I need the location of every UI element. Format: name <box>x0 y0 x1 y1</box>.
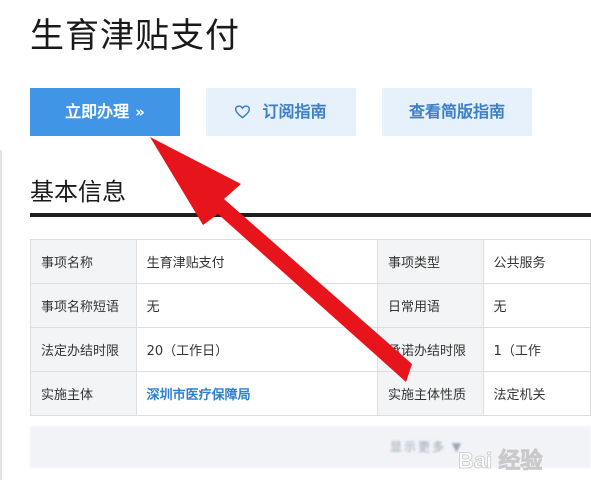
subscribe-guide-button[interactable]: 订阅指南 <box>206 88 356 136</box>
field-label: 日常用语 <box>376 283 484 328</box>
subscribe-guide-label: 订阅指南 <box>262 102 327 121</box>
implementing-agency-link[interactable]: 深圳市医疗保障局 <box>135 371 378 416</box>
field-value: 无 <box>482 283 591 328</box>
field-value: 20（工作日） <box>135 327 378 372</box>
watermark-text: Bai 经验 <box>458 448 542 473</box>
field-label: 事项名称 <box>30 239 137 284</box>
heart-icon <box>235 89 251 137</box>
show-more-label: 显示更多 ▼ <box>390 440 464 454</box>
basic-info-table: 事项名称 生育津贴支付 事项类型 公共服务 事项名称短语 无 日常用语 无 法定… <box>30 239 591 416</box>
view-simple-guide-button[interactable]: 查看简版指南 <box>382 88 532 136</box>
field-label: 承诺办结时限 <box>376 327 484 372</box>
page-title: 生育津贴支付 <box>30 16 240 56</box>
apply-now-button[interactable]: 立即办理 » <box>30 88 180 136</box>
field-label: 法定办结时限 <box>30 327 137 372</box>
baidu-jingyan-watermark: Bai 经验 <box>458 448 543 474</box>
left-border-rule <box>0 150 2 480</box>
field-value: 公共服务 <box>482 239 591 284</box>
double-chevron-right-icon: » <box>135 103 145 121</box>
table-row: 实施主体 深圳市医疗保障局 实施主体性质 法定机关 <box>30 371 591 416</box>
field-value: 1（工作 <box>482 327 591 372</box>
section-divider <box>30 213 591 217</box>
table-row: 法定办结时限 20（工作日） 承诺办结时限 1（工作 <box>30 327 591 372</box>
field-label: 实施主体性质 <box>376 371 484 416</box>
field-value: 生育津贴支付 <box>135 239 378 284</box>
field-value: 无 <box>135 283 378 328</box>
section-title-basic-info: 基本信息 <box>30 178 126 206</box>
apply-now-label: 立即办理 <box>65 102 130 121</box>
field-label: 事项名称短语 <box>30 283 137 328</box>
table-row: 事项名称短语 无 日常用语 无 <box>30 283 591 328</box>
field-value: 法定机关 <box>482 371 591 416</box>
field-label: 实施主体 <box>30 371 137 416</box>
view-simple-guide-label: 查看简版指南 <box>408 102 505 121</box>
table-row: 事项名称 生育津贴支付 事项类型 公共服务 <box>30 239 591 284</box>
field-label: 事项类型 <box>376 239 484 284</box>
